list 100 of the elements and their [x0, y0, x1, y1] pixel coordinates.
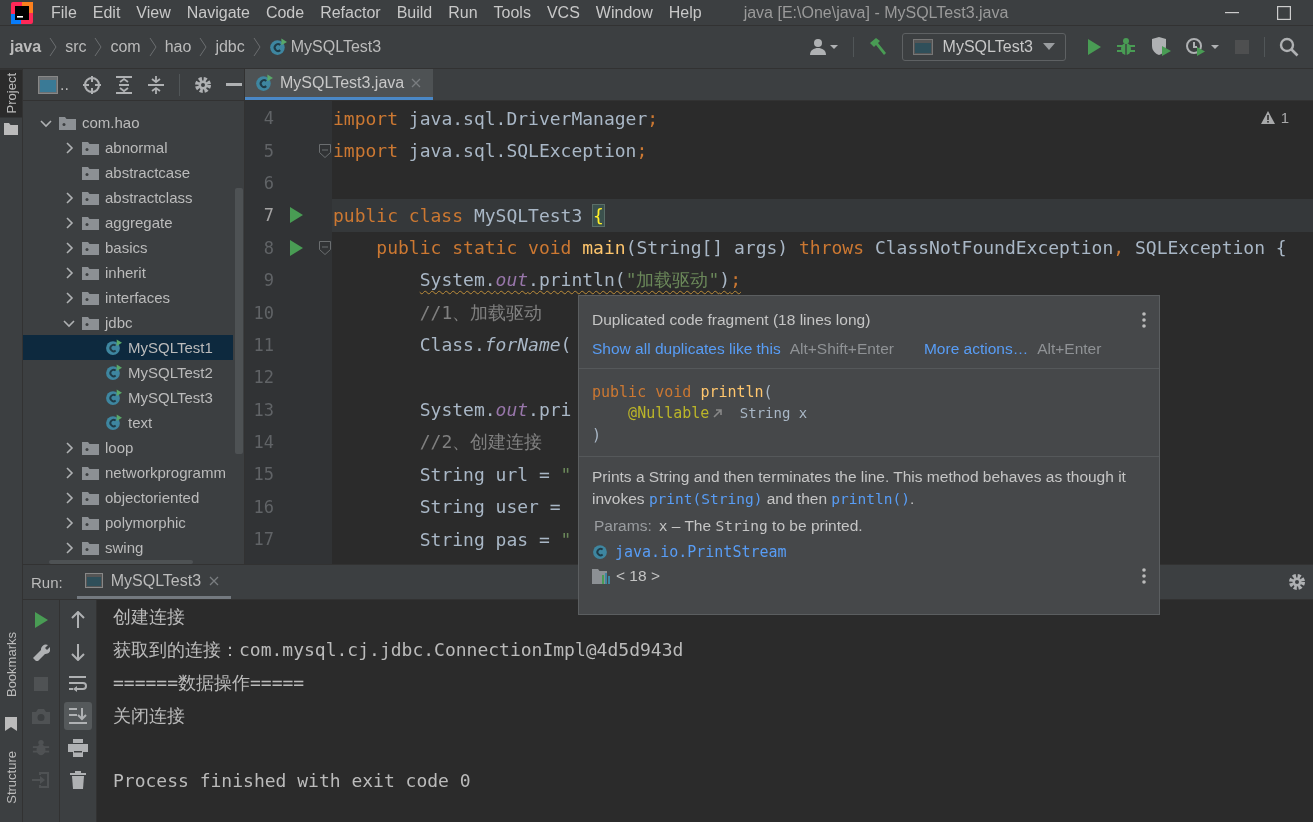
- scroll-to-end-icon[interactable]: [68, 707, 88, 725]
- shield-run-icon[interactable]: [1150, 37, 1172, 57]
- run-icon[interactable]: [1086, 38, 1102, 56]
- wrench-icon[interactable]: [32, 643, 50, 661]
- folder-icon[interactable]: [4, 123, 18, 136]
- menu-item[interactable]: Window: [595, 3, 653, 22]
- action-link[interactable]: Show all duplicates like this: [592, 340, 781, 358]
- chevron-icon[interactable]: [63, 516, 75, 529]
- chevron-icon[interactable]: [63, 291, 75, 304]
- arrow-down-icon[interactable]: [70, 643, 86, 661]
- settings-icon[interactable]: [193, 75, 212, 94]
- menu-item[interactable]: Edit: [92, 3, 121, 22]
- tree-item[interactable]: jdbc: [23, 310, 233, 335]
- bug-icon[interactable]: [1116, 37, 1136, 57]
- tree-item[interactable]: MySQLTest2: [23, 360, 233, 385]
- window-icon[interactable]: [38, 75, 58, 94]
- signature-line: public void println(: [592, 381, 774, 403]
- breadcrumb-item[interactable]: src: [65, 38, 87, 56]
- breadcrumb-item[interactable]: jdbc: [215, 38, 245, 56]
- tree-item[interactable]: networkprogramm: [23, 460, 233, 485]
- minimize-icon[interactable]: [225, 82, 242, 87]
- run-config-dropdown[interactable]: MySQLTest3: [901, 33, 1066, 61]
- tree-item[interactable]: interfaces: [23, 285, 233, 310]
- breadcrumb-item[interactable]: java: [10, 38, 42, 56]
- maximize-icon[interactable]: [1277, 5, 1291, 20]
- menu-item[interactable]: View: [136, 3, 171, 22]
- side-tab[interactable]: Project: [0, 69, 22, 118]
- menu-item[interactable]: Run: [448, 3, 478, 22]
- menu-item[interactable]: Navigate: [186, 3, 250, 22]
- tree-item[interactable]: MySQLTest1: [23, 335, 233, 360]
- tree-item[interactable]: text: [23, 410, 233, 435]
- chevron-icon[interactable]: [63, 466, 75, 479]
- tree-item[interactable]: basics: [23, 235, 233, 260]
- tree-item[interactable]: inherit: [23, 260, 233, 285]
- person-icon[interactable]: [808, 38, 839, 56]
- settings-icon[interactable]: [1288, 573, 1306, 591]
- menu-item[interactable]: Tools: [493, 3, 531, 22]
- menu-item[interactable]: Build: [396, 3, 433, 22]
- close-icon[interactable]: [209, 575, 220, 586]
- chevron-icon[interactable]: [63, 216, 75, 229]
- doc-link[interactable]: println(): [831, 490, 910, 507]
- expand-all-icon[interactable]: [114, 75, 133, 94]
- run-icon[interactable]: [289, 207, 303, 224]
- run-tab[interactable]: MySQLTest3: [76, 565, 232, 599]
- tree-item[interactable]: aggregate: [23, 210, 233, 235]
- crosshair-icon[interactable]: [82, 75, 101, 94]
- breadcrumb-item[interactable]: com: [110, 38, 141, 56]
- run-icon[interactable]: [289, 239, 303, 256]
- tree-item[interactable]: abnormal: [23, 135, 233, 160]
- tree-item[interactable]: MySQLTest3: [23, 385, 233, 410]
- tree-item[interactable]: objectoriented: [23, 485, 233, 510]
- more-icon[interactable]: [1142, 312, 1146, 328]
- code-line: //1、加载驱动: [419, 300, 543, 325]
- collapse-all-icon[interactable]: [146, 75, 165, 94]
- more-icon[interactable]: [1142, 567, 1146, 584]
- folder-icon: [82, 215, 99, 230]
- chevron-icon[interactable]: [63, 141, 75, 154]
- fold-icon[interactable]: [319, 143, 331, 158]
- chevron-icon: [94, 37, 103, 57]
- chevron-icon[interactable]: [63, 191, 75, 204]
- chevron-icon[interactable]: [63, 266, 75, 279]
- logo-icon: [11, 1, 33, 24]
- search-icon[interactable]: [1279, 37, 1299, 57]
- tree-item[interactable]: swing: [23, 535, 233, 560]
- class-link[interactable]: java.io.PrintStream: [615, 542, 787, 561]
- action-link[interactable]: More actions…: [923, 340, 1029, 358]
- side-tab[interactable]: Bookmarks: [0, 626, 22, 704]
- chevron-icon[interactable]: [63, 491, 75, 504]
- clock-run-icon[interactable]: [1186, 37, 1220, 57]
- inspection-widget[interactable]: 1: [1260, 109, 1289, 126]
- editor-tab[interactable]: MySQLTest3.java: [245, 69, 434, 100]
- breadcrumb-item[interactable]: hao: [164, 38, 192, 56]
- soft-wrap-icon[interactable]: [68, 675, 88, 693]
- printer-icon[interactable]: [68, 739, 88, 757]
- doc-link[interactable]: print(String): [648, 490, 763, 507]
- bookmark-icon[interactable]: [5, 717, 17, 732]
- chevron-icon[interactable]: [63, 541, 75, 554]
- chevron-icon[interactable]: [63, 241, 75, 254]
- tree-item[interactable]: abstractcase: [23, 160, 233, 185]
- side-tab[interactable]: Structure: [0, 745, 22, 810]
- menu-item[interactable]: Refactor: [320, 3, 381, 22]
- project-view-label[interactable]: ..: [60, 75, 69, 94]
- menu-item[interactable]: Help: [668, 3, 702, 22]
- tree-item[interactable]: polymorphic: [23, 510, 233, 535]
- menu-item[interactable]: File: [51, 3, 77, 22]
- trash-icon[interactable]: [70, 771, 86, 789]
- arrow-up-icon[interactable]: [70, 611, 86, 629]
- tree-item[interactable]: loop: [23, 435, 233, 460]
- tree-item[interactable]: abstractclass: [23, 185, 233, 210]
- chevron-icon[interactable]: [63, 441, 75, 454]
- external-arrow-icon[interactable]: [713, 408, 724, 419]
- menu-item[interactable]: VCS: [546, 3, 580, 22]
- fold-icon[interactable]: [319, 240, 331, 255]
- run-icon[interactable]: [33, 611, 49, 629]
- console-line: 关闭连接: [113, 704, 186, 728]
- breadcrumb-item[interactable]: MySQLTest3: [268, 38, 382, 56]
- folder-icon: [82, 440, 99, 455]
- tree-item[interactable]: com.hao: [23, 110, 233, 135]
- scrollbar-thumb[interactable]: [235, 188, 243, 454]
- menu-item[interactable]: Code: [265, 3, 305, 22]
